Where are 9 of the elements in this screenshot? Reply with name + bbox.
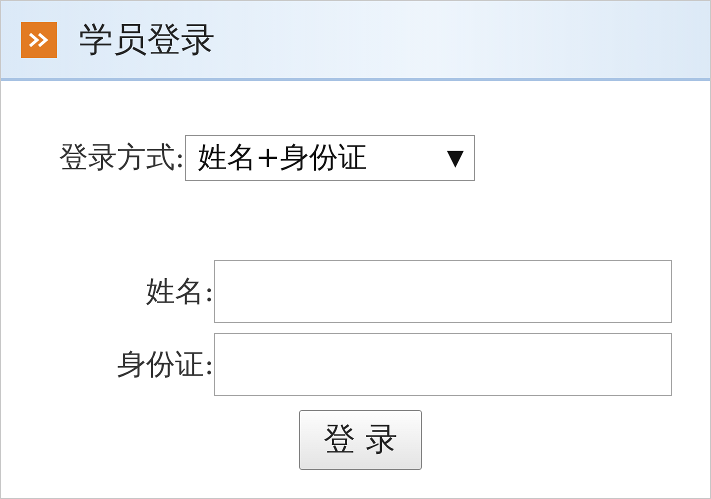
field-label: 身份证: bbox=[116, 346, 214, 382]
panel-title: 学员登录 bbox=[79, 18, 215, 62]
input-field[interactable] bbox=[214, 260, 672, 323]
logo-icon bbox=[21, 22, 57, 58]
field-label: 姓名: bbox=[145, 272, 214, 310]
login-method-select[interactable]: 姓名+身份证 ▼ bbox=[184, 135, 475, 181]
input-field[interactable] bbox=[214, 333, 672, 396]
login-button[interactable]: 登 录 bbox=[299, 410, 422, 470]
field-label: 登录方式: bbox=[59, 139, 185, 176]
